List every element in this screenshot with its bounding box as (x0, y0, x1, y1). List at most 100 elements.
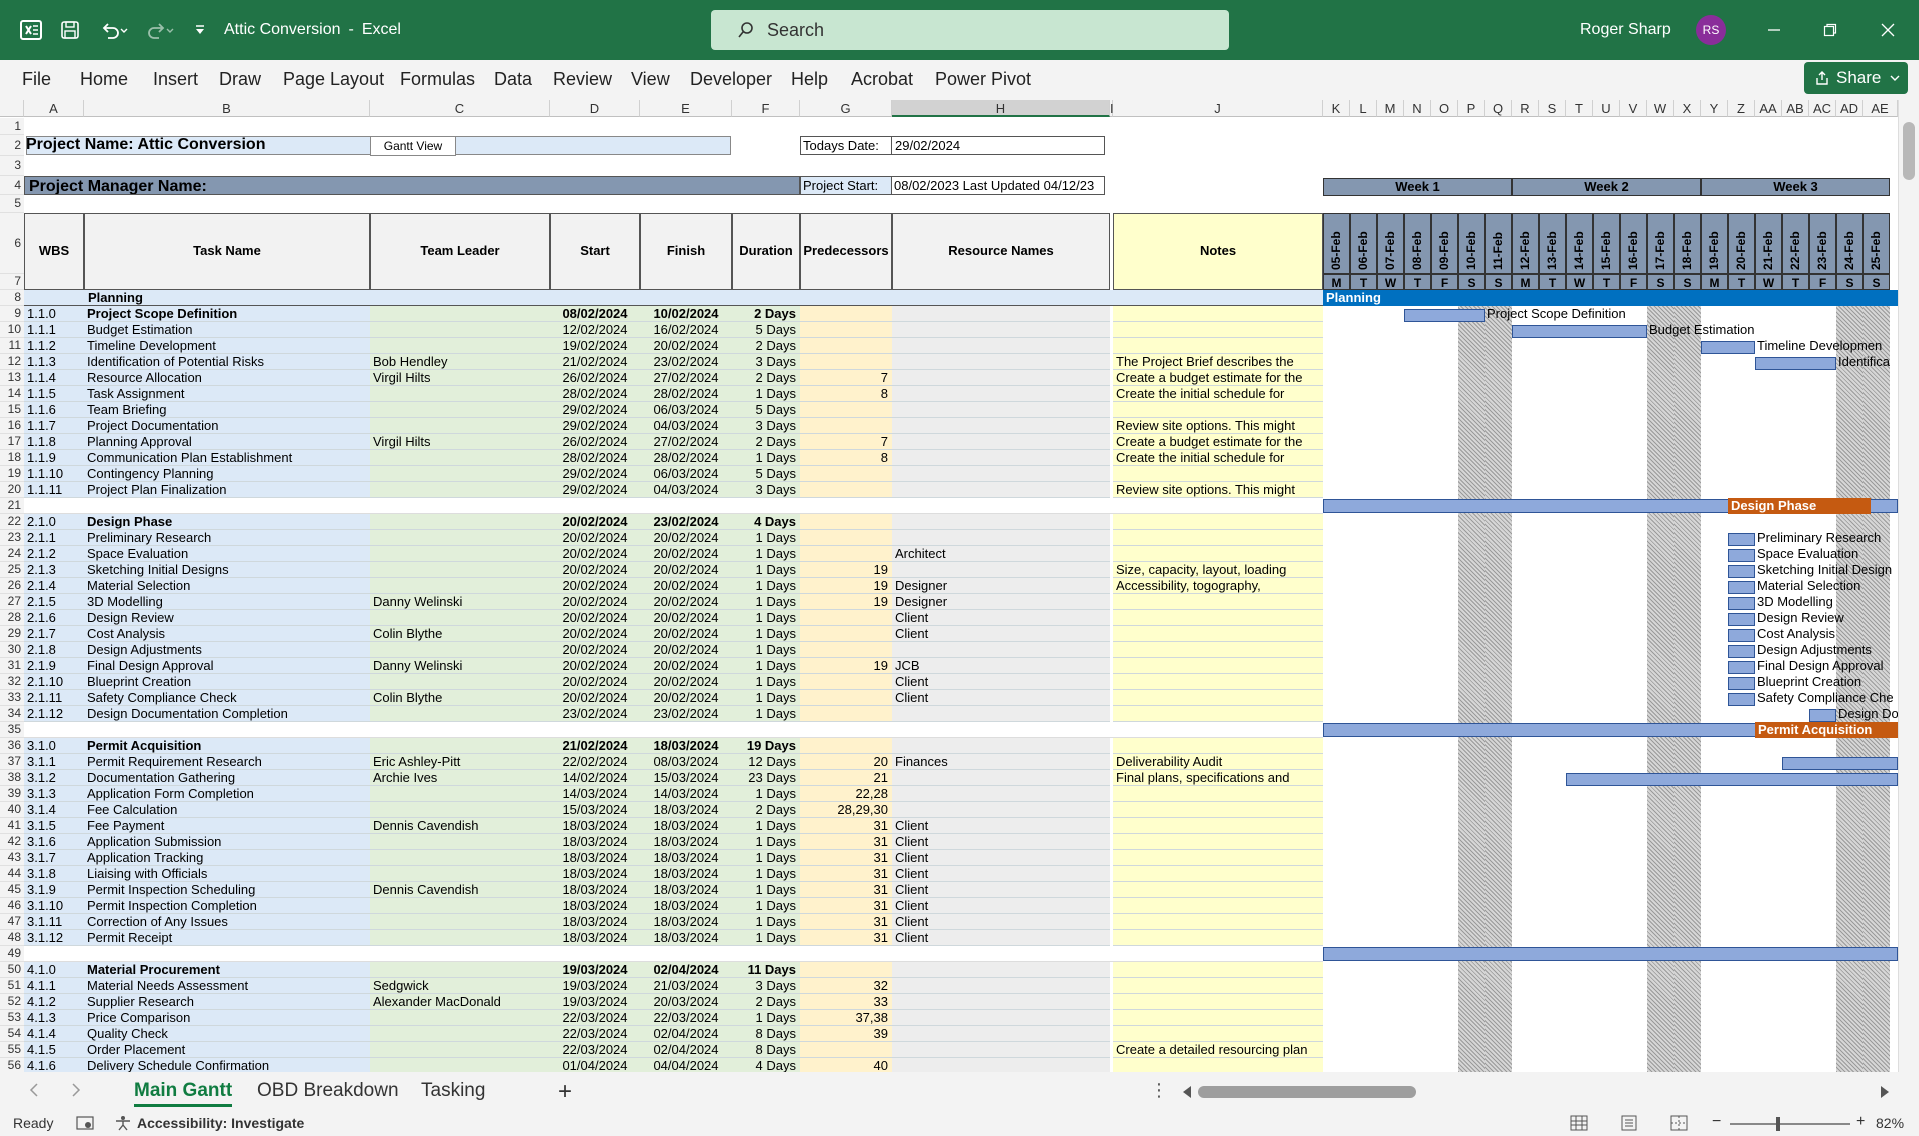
cell-lead[interactable] (370, 466, 550, 482)
cell-finish[interactable]: 18/03/2024 (640, 850, 732, 866)
cell-task[interactable]: Application Tracking (84, 850, 370, 866)
cell-start[interactable]: 20/02/2024 (550, 626, 640, 642)
cell-start[interactable]: 01/04/2024 (550, 1058, 640, 1072)
cell-lead[interactable] (370, 674, 550, 690)
cell-lead[interactable] (370, 306, 550, 322)
cell-notes[interactable]: Create the initial schedule for (1113, 450, 1323, 466)
cell-dur[interactable]: 8 Days (732, 1026, 800, 1042)
menu-review[interactable]: Review (553, 69, 612, 90)
minimize-icon[interactable] (1752, 0, 1796, 60)
cell-lead[interactable] (370, 802, 550, 818)
cell-finish[interactable]: 06/03/2024 (640, 402, 732, 418)
cell-start[interactable]: 15/03/2024 (550, 802, 640, 818)
row-header[interactable]: 4 (0, 176, 24, 195)
menu-developer[interactable]: Developer (690, 69, 772, 90)
cell-wbs[interactable]: 1.1.2 (24, 338, 84, 354)
cell-pred[interactable] (800, 482, 892, 498)
cell-task[interactable]: Budget Estimation (84, 322, 370, 338)
cell-finish[interactable]: 02/04/2024 (640, 962, 732, 978)
cell-task[interactable]: Identification of Potential Risks (84, 354, 370, 370)
cell-dur[interactable]: 1 Days (732, 690, 800, 706)
cell-task[interactable]: Resource Allocation (84, 370, 370, 386)
cell-wbs[interactable]: 1.1.0 (24, 306, 84, 322)
zoom-slider-thumb[interactable] (1776, 1117, 1780, 1131)
cell-res[interactable]: Finances (892, 754, 1110, 770)
cell-wbs[interactable]: 3.1.9 (24, 882, 84, 898)
cell-pred[interactable] (800, 338, 892, 354)
vertical-scrollbar-thumb[interactable] (1903, 122, 1915, 180)
cell-res[interactable] (892, 450, 1110, 466)
cell-dur[interactable]: 1 Days (732, 642, 800, 658)
cell-notes[interactable] (1113, 338, 1323, 354)
cell-task[interactable]: Cost Analysis (84, 626, 370, 642)
cell-res[interactable] (892, 706, 1110, 722)
cell-wbs[interactable]: 2.1.9 (24, 658, 84, 674)
page-break-view-icon[interactable] (1670, 1115, 1688, 1134)
cell-pred[interactable]: 33 (800, 994, 892, 1010)
sheet-tab-main-gantt[interactable]: Main Gantt (134, 1080, 233, 1107)
column-header-G[interactable]: G (800, 100, 892, 117)
cell-lead[interactable] (370, 1058, 550, 1072)
cell-task[interactable]: Material Selection (84, 578, 370, 594)
cell-wbs[interactable]: 2.1.0 (24, 514, 84, 530)
cell-wbs[interactable]: 2.1.4 (24, 578, 84, 594)
cell-finish[interactable]: 20/02/2024 (640, 658, 732, 674)
cell-res[interactable] (892, 1026, 1110, 1042)
cell-finish[interactable]: 20/02/2024 (640, 674, 732, 690)
column-header-N[interactable]: N (1404, 100, 1431, 117)
cell-notes[interactable]: Create a budget estimate for the (1113, 370, 1323, 386)
cell-pred[interactable]: 8 (800, 386, 892, 402)
cell-notes[interactable] (1113, 642, 1323, 658)
cell-notes[interactable] (1113, 594, 1323, 610)
cell-finish[interactable]: 23/02/2024 (640, 514, 732, 530)
column-header-Z[interactable]: Z (1728, 100, 1755, 117)
cell-task[interactable]: Communication Plan Establishment (84, 450, 370, 466)
cell-notes[interactable]: Final plans, specifications and (1113, 770, 1323, 786)
cell-pred[interactable]: 7 (800, 370, 892, 386)
cell-task[interactable]: Design Adjustments (84, 642, 370, 658)
cell-pred[interactable]: 19 (800, 594, 892, 610)
cell-dur[interactable]: 2 Days (732, 994, 800, 1010)
cell-finish[interactable]: 20/02/2024 (640, 610, 732, 626)
cell-dur[interactable]: 1 Days (732, 866, 800, 882)
cell-start[interactable]: 26/02/2024 (550, 434, 640, 450)
cell-task[interactable]: Documentation Gathering (84, 770, 370, 786)
sheet-tab-obd-breakdown[interactable]: OBD Breakdown (257, 1080, 399, 1102)
chevron-down-icon[interactable] (1890, 73, 1900, 83)
cell-task[interactable]: 3D Modelling (84, 594, 370, 610)
menu-formulas[interactable]: Formulas (400, 69, 475, 90)
cell-start[interactable]: 20/02/2024 (550, 690, 640, 706)
cell-pred[interactable]: 31 (800, 898, 892, 914)
cell-pred[interactable] (800, 466, 892, 482)
cell-notes[interactable] (1113, 994, 1323, 1010)
column-header-D[interactable]: D (550, 100, 640, 117)
undo-icon[interactable] (94, 0, 134, 60)
cell-notes[interactable] (1113, 914, 1323, 930)
cell-lead[interactable] (370, 546, 550, 562)
cell-lead[interactable] (370, 962, 550, 978)
cell-finish[interactable]: 20/02/2024 (640, 594, 732, 610)
cell-task[interactable]: Design Phase (84, 514, 370, 530)
cell-dur[interactable]: 1 Days (732, 530, 800, 546)
cell-pred[interactable] (800, 530, 892, 546)
cell-res[interactable] (892, 322, 1110, 338)
cell-start[interactable]: 18/03/2024 (550, 818, 640, 834)
row-header[interactable]: 35 (0, 722, 24, 738)
cell-task[interactable]: Final Design Approval (84, 658, 370, 674)
cell-finish[interactable]: 18/03/2024 (640, 882, 732, 898)
gantt-task-bar[interactable] (1728, 597, 1755, 610)
cell-pred[interactable]: 8 (800, 450, 892, 466)
gantt-task-bar[interactable] (1701, 341, 1755, 354)
row-header[interactable]: 18 (0, 450, 24, 466)
cell-task[interactable]: Delivery Schedule Confirmation (84, 1058, 370, 1072)
cell-start[interactable]: 22/03/2024 (550, 1010, 640, 1026)
cell-start[interactable]: 20/02/2024 (550, 530, 640, 546)
row-header[interactable]: 8 (0, 290, 24, 306)
column-header-S[interactable]: S (1539, 100, 1566, 117)
cell-notes[interactable] (1113, 738, 1323, 754)
cell-wbs[interactable]: 4.1.6 (24, 1058, 84, 1072)
cell-pred[interactable]: 31 (800, 818, 892, 834)
sheet-tab-tasking[interactable]: Tasking (421, 1080, 485, 1102)
cell-pred[interactable] (800, 962, 892, 978)
column-header-B[interactable]: B (84, 100, 370, 117)
